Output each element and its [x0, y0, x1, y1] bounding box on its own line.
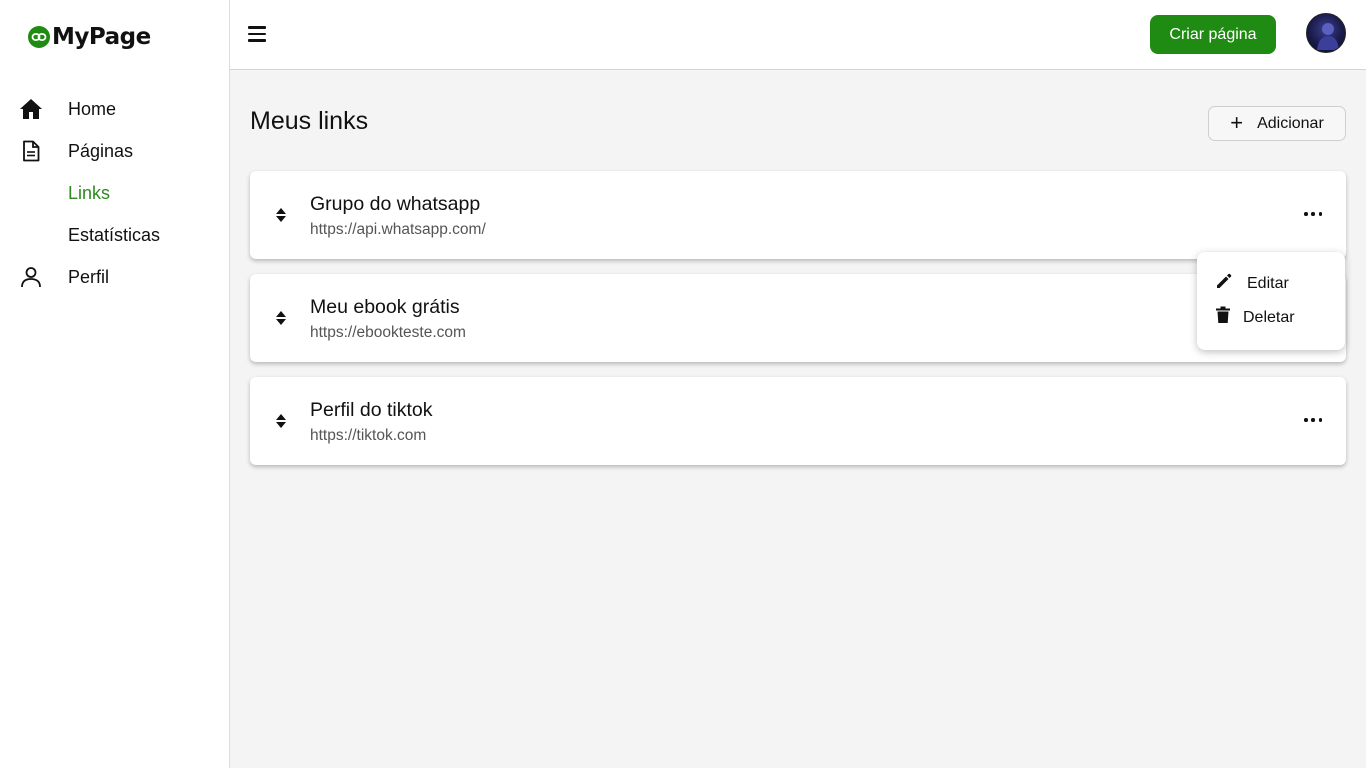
more-options-icon[interactable]: [1304, 204, 1322, 224]
edit-menu-label: Editar: [1247, 274, 1289, 292]
page-title: Meus links: [250, 107, 369, 135]
link-card[interactable]: Perfil do tiktok https://tiktok.com: [250, 377, 1346, 465]
hamburger-line: [248, 26, 266, 29]
sidebar-item-home[interactable]: Home: [0, 88, 229, 130]
hamburger-line: [248, 39, 266, 42]
link-url: https://api.whatsapp.com/: [310, 221, 486, 238]
trash-icon: [1215, 306, 1231, 329]
sidebar-item-paginas[interactable]: Páginas: [0, 130, 229, 172]
drag-handle-icon[interactable]: [274, 308, 288, 328]
add-link-label: Adicionar: [1257, 114, 1324, 132]
sidebar-item-label: Perfil: [68, 266, 110, 287]
link-title: Perfil do tiktok: [310, 399, 433, 421]
logo-text: MyPage: [52, 24, 151, 50]
pencil-icon: [1215, 272, 1233, 295]
sidebar-item-label: Links: [68, 182, 111, 203]
sidebar-item-estatisticas[interactable]: Estatísticas: [0, 214, 229, 256]
hamburger-icon[interactable]: [248, 22, 270, 46]
link-url: https://ebookteste.com: [310, 324, 466, 341]
avatar[interactable]: [1306, 13, 1346, 53]
avatar-figure-icon: [1317, 23, 1339, 50]
link-card[interactable]: Meu ebook grátis https://ebookteste.com: [250, 274, 1346, 362]
sidebar-item-label: Estatísticas: [68, 224, 161, 245]
plus-icon: +: [1230, 109, 1244, 135]
link-logo-icon: [28, 26, 50, 48]
link-url: https://tiktok.com: [310, 427, 427, 444]
sidebar-item-label: Home: [68, 98, 117, 119]
add-link-button[interactable]: + Adicionar: [1208, 106, 1346, 141]
link-options-menu: Editar Deletar: [1197, 252, 1345, 350]
sidebar-nav: Home Páginas Links Estatísticas Perfil: [0, 88, 229, 298]
delete-menu-label: Deletar: [1243, 308, 1295, 326]
link-card[interactable]: Grupo do whatsapp https://api.whatsapp.c…: [250, 171, 1346, 259]
home-icon: [18, 96, 44, 122]
user-icon: [18, 264, 44, 290]
more-options-icon[interactable]: [1304, 410, 1322, 430]
sidebar-item-perfil[interactable]: Perfil: [0, 256, 229, 298]
document-icon: [18, 138, 44, 164]
drag-handle-icon[interactable]: [274, 411, 288, 431]
delete-menu-item[interactable]: Deletar: [1215, 306, 1295, 329]
link-title: Grupo do whatsapp: [310, 193, 481, 215]
edit-menu-item[interactable]: Editar: [1215, 272, 1289, 295]
sidebar-item-links[interactable]: Links: [0, 172, 229, 214]
sidebar-item-label: Páginas: [68, 140, 134, 161]
top-header: Criar página: [230, 0, 1366, 70]
create-page-button[interactable]: Criar página: [1150, 15, 1276, 54]
drag-handle-icon[interactable]: [274, 205, 288, 225]
logo[interactable]: MyPage: [28, 24, 151, 50]
hamburger-line: [248, 32, 266, 36]
link-title: Meu ebook grátis: [310, 296, 460, 318]
sidebar: MyPage Home Páginas Links Estatísticas P…: [0, 0, 230, 768]
